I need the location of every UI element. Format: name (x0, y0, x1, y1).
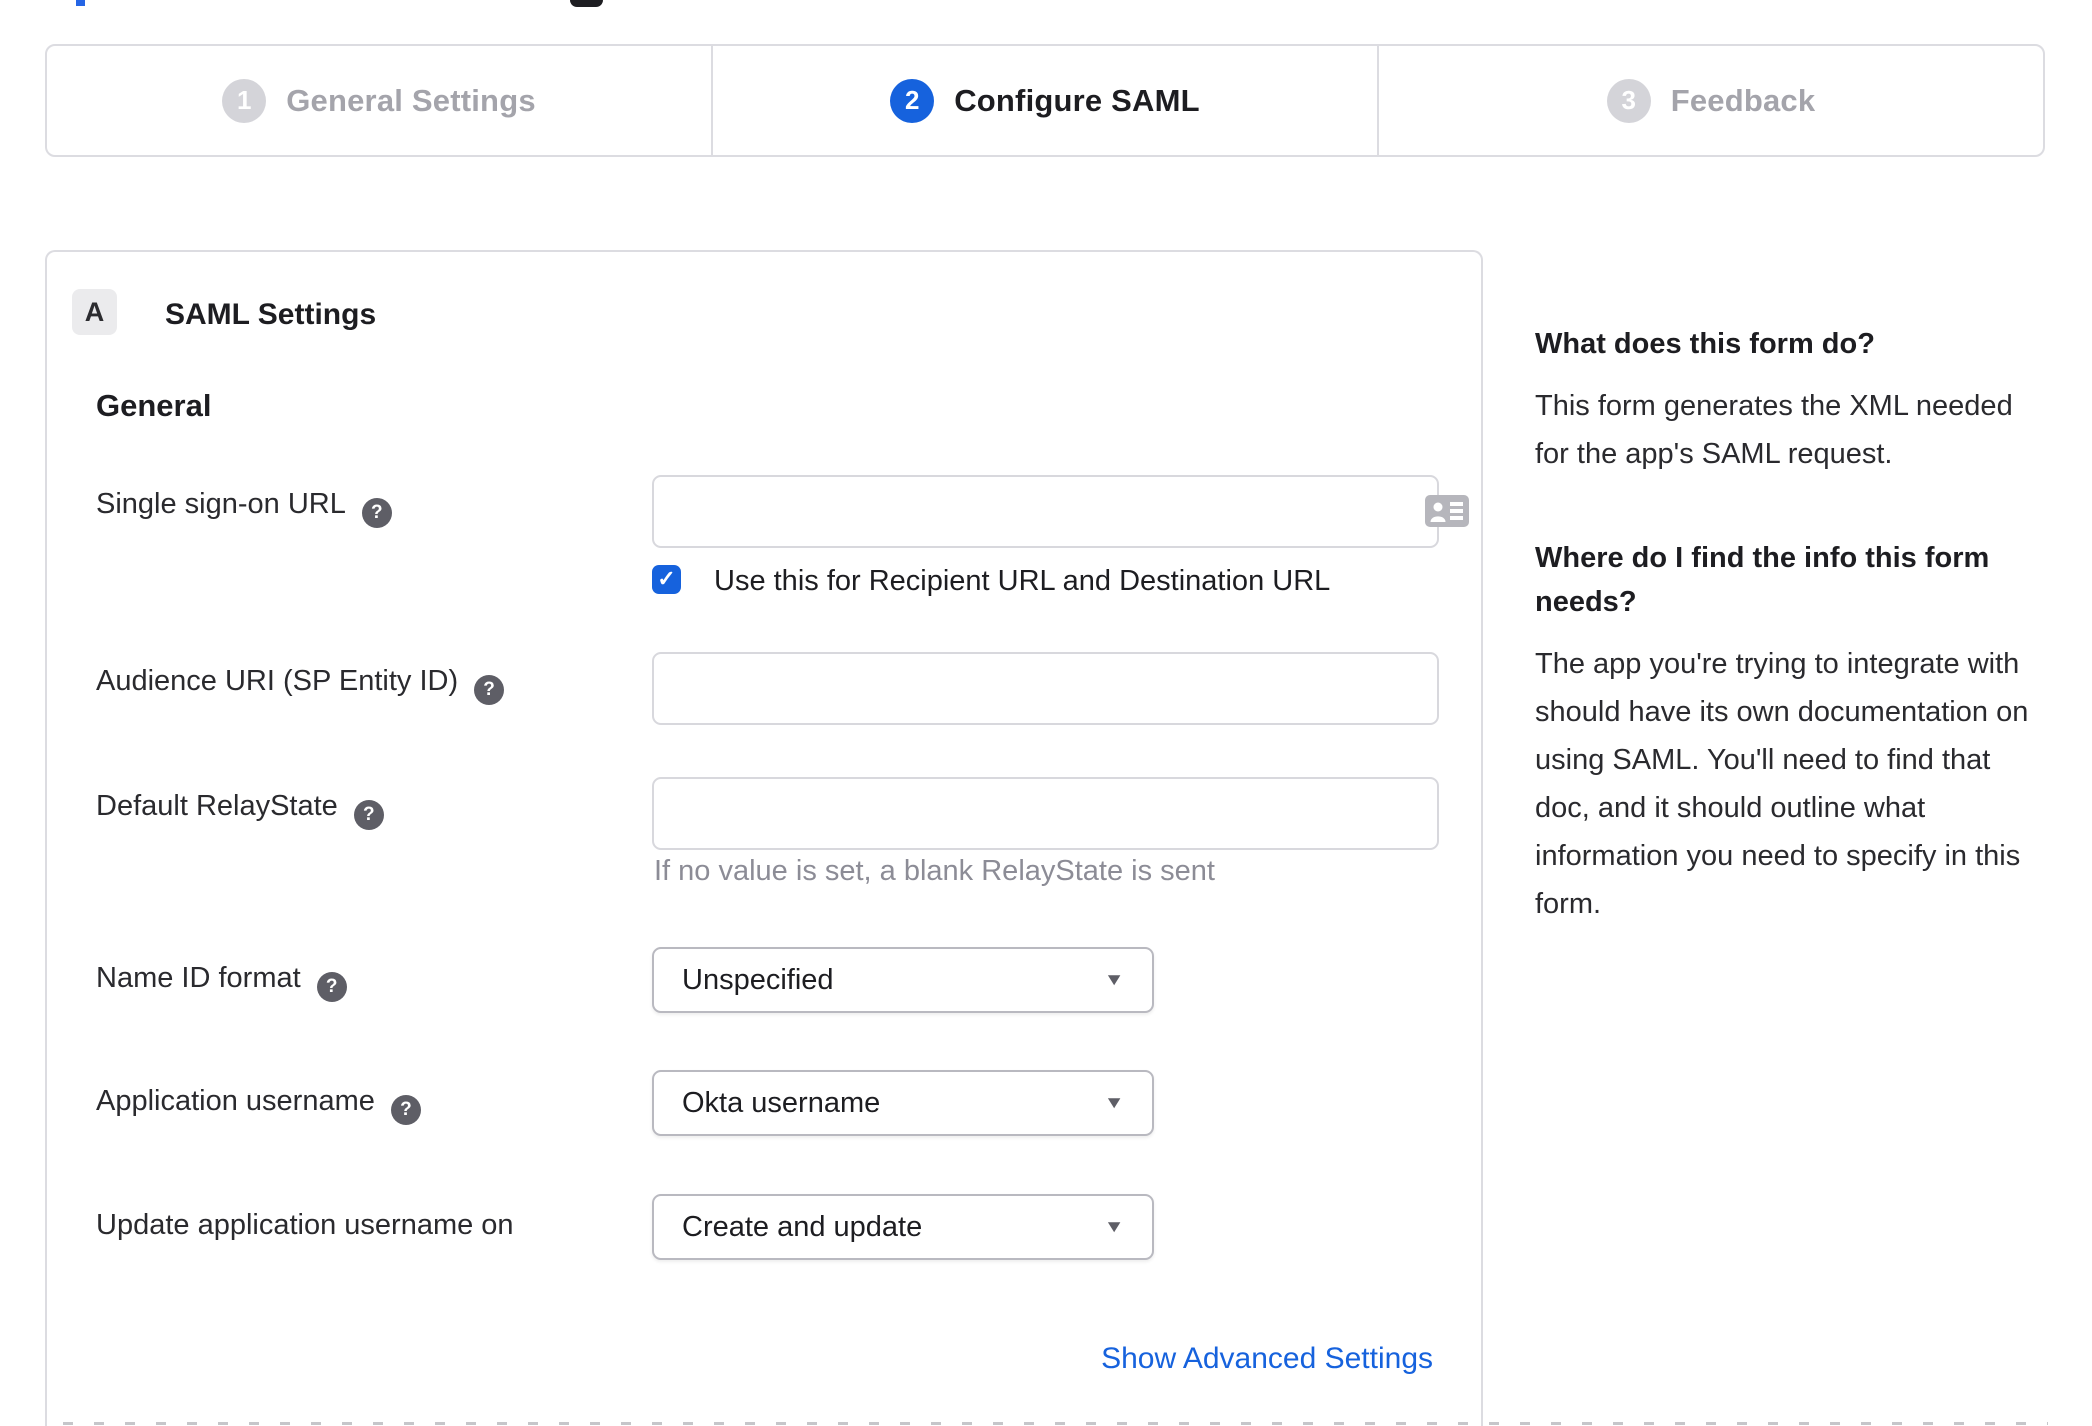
question-mark-glyph: ? (363, 804, 375, 825)
help-icon[interactable]: ? (474, 675, 505, 705)
general-section-heading: General (96, 388, 212, 423)
sso-recipient-destination-checkbox-label[interactable]: Use this for Recipient URL and Destinati… (714, 565, 1330, 598)
sso-url-label: Single sign-on URL? (96, 488, 392, 528)
audience-uri-input[interactable] (652, 652, 1439, 725)
step-configure-saml[interactable]: 2 Configure SAML (713, 46, 1379, 155)
update-app-username-label-text: Update application username on (96, 1209, 514, 1241)
step-general-settings[interactable]: 1 General Settings (47, 46, 713, 155)
name-id-format-select[interactable]: Unspecified ▼ (652, 947, 1154, 1013)
panel-title: SAML Settings (165, 298, 377, 331)
sso-url-label-text: Single sign-on URL (96, 488, 346, 520)
help-sidebar: What does this form do? This form genera… (1535, 322, 2050, 928)
update-app-username-label: Update application username on (96, 1209, 514, 1242)
contact-card-icon (1425, 495, 1469, 527)
question-mark-glyph: ? (483, 679, 495, 700)
step-feedback[interactable]: 3 Feedback (1379, 46, 2043, 155)
show-advanced-settings-link[interactable]: Show Advanced Settings (1101, 1342, 1433, 1376)
application-username-value: Okta username (682, 1086, 881, 1119)
step-label: Configure SAML (954, 82, 1200, 118)
update-app-username-select[interactable]: Create and update ▼ (652, 1194, 1154, 1260)
wizard-stepper: 1 General Settings 2 Configure SAML 3 Fe… (45, 44, 2045, 157)
step-number-badge: 3 (1606, 78, 1651, 123)
default-relaystate-label-text: Default RelayState (96, 790, 338, 822)
step-label: Feedback (1670, 82, 1816, 118)
application-username-select[interactable]: Okta username ▼ (652, 1070, 1154, 1136)
cutoff-app-logo (570, 0, 603, 7)
saml-settings-panel: A SAML Settings General Single sign-on U… (45, 250, 1483, 1426)
help-question-2: Where do I find the info this form needs… (1535, 542, 1990, 618)
name-id-format-value: Unspecified (682, 963, 834, 996)
step-number-badge: 1 (222, 78, 267, 123)
chevron-down-icon: ▼ (1103, 1093, 1125, 1112)
question-mark-glyph: ? (371, 502, 383, 523)
audience-uri-label-text: Audience URI (SP Entity ID) (96, 665, 459, 697)
help-icon[interactable]: ? (353, 800, 384, 830)
name-id-format-label-text: Name ID format (96, 962, 301, 994)
question-mark-glyph: ? (400, 1099, 412, 1120)
step-number-badge: 2 (890, 78, 935, 123)
help-icon[interactable]: ? (316, 972, 347, 1002)
section-a-badge: A (72, 289, 117, 335)
help-answer-2: The app you're trying to integrate with … (1535, 648, 2029, 920)
cutoff-tab-indicator (76, 0, 85, 6)
name-id-format-label: Name ID format? (96, 962, 347, 1002)
checkmark-icon: ✓ (657, 565, 676, 591)
default-relaystate-label: Default RelayState? (96, 790, 384, 830)
section-divider-dashed (63, 1422, 2048, 1425)
chevron-down-icon: ▼ (1103, 970, 1125, 989)
relaystate-hint: If no value is set, a blank RelayState i… (654, 855, 1215, 887)
default-relaystate-input[interactable] (652, 777, 1439, 850)
help-icon[interactable]: ? (390, 1095, 421, 1125)
question-mark-glyph: ? (325, 976, 338, 997)
update-app-username-value: Create and update (682, 1210, 923, 1243)
application-username-label: Application username? (96, 1085, 421, 1125)
audience-uri-label: Audience URI (SP Entity ID)? (96, 665, 505, 705)
sso-url-input[interactable] (652, 475, 1439, 548)
chevron-down-icon: ▼ (1103, 1217, 1125, 1236)
help-answer-1: This form generates the XML needed for t… (1535, 390, 2013, 470)
step-label: General Settings (286, 82, 536, 118)
help-question-1: What does this form do? (1535, 328, 1875, 360)
help-icon[interactable]: ? (361, 498, 392, 528)
application-username-label-text: Application username (96, 1085, 375, 1117)
sso-recipient-destination-checkbox[interactable]: ✓ (652, 565, 681, 594)
